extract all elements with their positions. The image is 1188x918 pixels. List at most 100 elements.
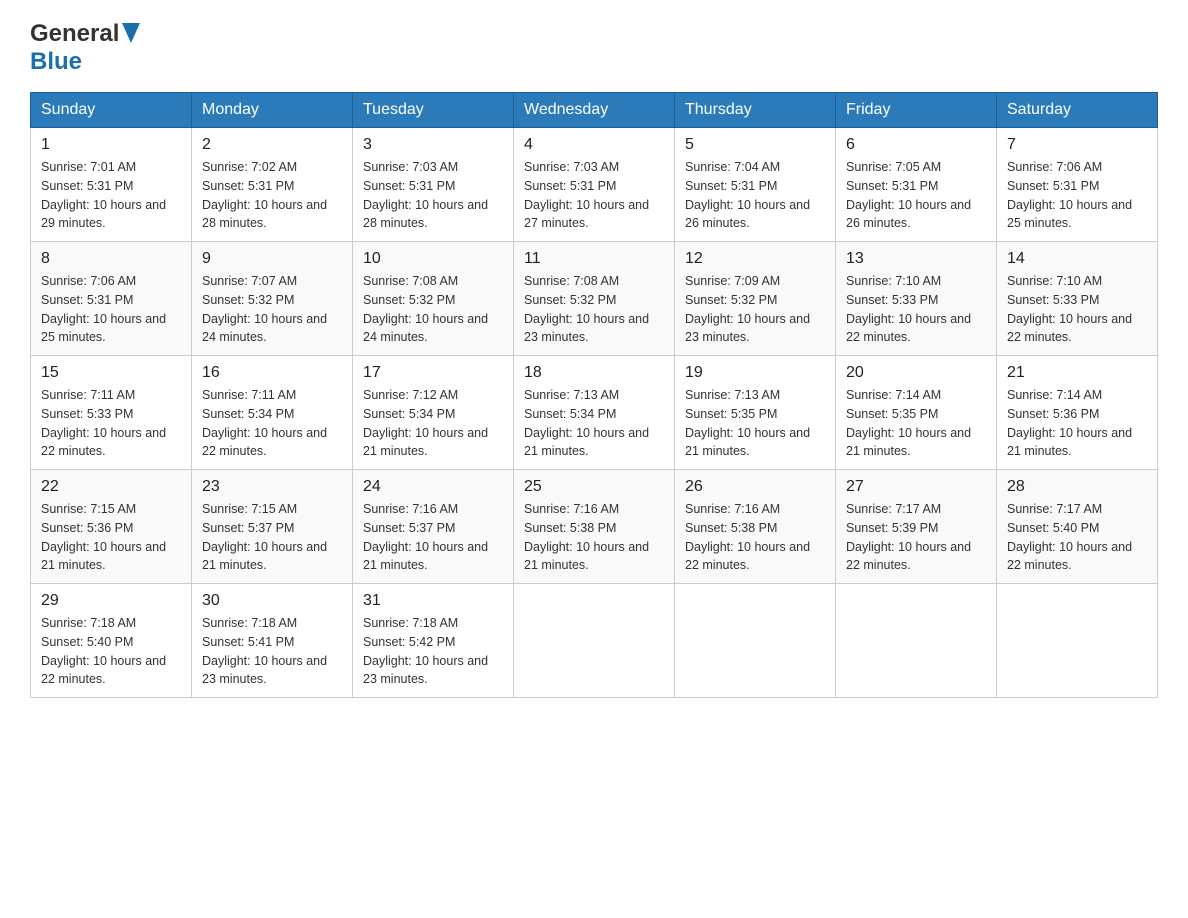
calendar-cell: 11 Sunrise: 7:08 AMSunset: 5:32 PMDaylig… bbox=[514, 242, 675, 356]
day-info: Sunrise: 7:06 AMSunset: 5:31 PMDaylight:… bbox=[41, 274, 166, 344]
page-header: General Blue bbox=[30, 20, 1158, 76]
day-info: Sunrise: 7:16 AMSunset: 5:38 PMDaylight:… bbox=[685, 502, 810, 572]
day-number: 27 bbox=[846, 478, 986, 496]
calendar-cell: 24 Sunrise: 7:16 AMSunset: 5:37 PMDaylig… bbox=[353, 470, 514, 584]
calendar-table: SundayMondayTuesdayWednesdayThursdayFrid… bbox=[30, 92, 1158, 698]
header-day-saturday: Saturday bbox=[997, 93, 1158, 128]
calendar-cell: 26 Sunrise: 7:16 AMSunset: 5:38 PMDaylig… bbox=[675, 470, 836, 584]
calendar-cell: 12 Sunrise: 7:09 AMSunset: 5:32 PMDaylig… bbox=[675, 242, 836, 356]
day-info: Sunrise: 7:08 AMSunset: 5:32 PMDaylight:… bbox=[524, 274, 649, 344]
day-info: Sunrise: 7:15 AMSunset: 5:36 PMDaylight:… bbox=[41, 502, 166, 572]
logo-blue-text: Blue bbox=[30, 48, 82, 75]
logo: General Blue bbox=[30, 20, 140, 76]
day-number: 22 bbox=[41, 478, 181, 496]
day-number: 15 bbox=[41, 364, 181, 382]
week-row-1: 1 Sunrise: 7:01 AMSunset: 5:31 PMDayligh… bbox=[31, 128, 1158, 242]
calendar-cell bbox=[675, 584, 836, 698]
day-info: Sunrise: 7:18 AMSunset: 5:40 PMDaylight:… bbox=[41, 616, 166, 686]
calendar-cell: 7 Sunrise: 7:06 AMSunset: 5:31 PMDayligh… bbox=[997, 128, 1158, 242]
header-day-tuesday: Tuesday bbox=[353, 93, 514, 128]
calendar-body: 1 Sunrise: 7:01 AMSunset: 5:31 PMDayligh… bbox=[31, 128, 1158, 698]
day-number: 21 bbox=[1007, 364, 1147, 382]
calendar-cell: 9 Sunrise: 7:07 AMSunset: 5:32 PMDayligh… bbox=[192, 242, 353, 356]
day-info: Sunrise: 7:07 AMSunset: 5:32 PMDaylight:… bbox=[202, 274, 327, 344]
day-number: 17 bbox=[363, 364, 503, 382]
week-row-4: 22 Sunrise: 7:15 AMSunset: 5:36 PMDaylig… bbox=[31, 470, 1158, 584]
calendar-cell: 4 Sunrise: 7:03 AMSunset: 5:31 PMDayligh… bbox=[514, 128, 675, 242]
day-number: 28 bbox=[1007, 478, 1147, 496]
calendar-cell: 31 Sunrise: 7:18 AMSunset: 5:42 PMDaylig… bbox=[353, 584, 514, 698]
day-info: Sunrise: 7:18 AMSunset: 5:41 PMDaylight:… bbox=[202, 616, 327, 686]
calendar-cell: 10 Sunrise: 7:08 AMSunset: 5:32 PMDaylig… bbox=[353, 242, 514, 356]
day-info: Sunrise: 7:03 AMSunset: 5:31 PMDaylight:… bbox=[363, 160, 488, 230]
calendar-cell: 2 Sunrise: 7:02 AMSunset: 5:31 PMDayligh… bbox=[192, 128, 353, 242]
calendar-cell: 25 Sunrise: 7:16 AMSunset: 5:38 PMDaylig… bbox=[514, 470, 675, 584]
day-number: 14 bbox=[1007, 250, 1147, 268]
calendar-cell: 22 Sunrise: 7:15 AMSunset: 5:36 PMDaylig… bbox=[31, 470, 192, 584]
week-row-2: 8 Sunrise: 7:06 AMSunset: 5:31 PMDayligh… bbox=[31, 242, 1158, 356]
day-info: Sunrise: 7:14 AMSunset: 5:36 PMDaylight:… bbox=[1007, 388, 1132, 458]
day-info: Sunrise: 7:12 AMSunset: 5:34 PMDaylight:… bbox=[363, 388, 488, 458]
calendar-cell: 18 Sunrise: 7:13 AMSunset: 5:34 PMDaylig… bbox=[514, 356, 675, 470]
day-info: Sunrise: 7:18 AMSunset: 5:42 PMDaylight:… bbox=[363, 616, 488, 686]
day-info: Sunrise: 7:15 AMSunset: 5:37 PMDaylight:… bbox=[202, 502, 327, 572]
calendar-cell: 28 Sunrise: 7:17 AMSunset: 5:40 PMDaylig… bbox=[997, 470, 1158, 584]
calendar-cell: 16 Sunrise: 7:11 AMSunset: 5:34 PMDaylig… bbox=[192, 356, 353, 470]
day-info: Sunrise: 7:03 AMSunset: 5:31 PMDaylight:… bbox=[524, 160, 649, 230]
calendar-cell: 17 Sunrise: 7:12 AMSunset: 5:34 PMDaylig… bbox=[353, 356, 514, 470]
day-number: 1 bbox=[41, 136, 181, 154]
calendar-cell: 13 Sunrise: 7:10 AMSunset: 5:33 PMDaylig… bbox=[836, 242, 997, 356]
day-number: 24 bbox=[363, 478, 503, 496]
day-number: 2 bbox=[202, 136, 342, 154]
calendar-cell: 30 Sunrise: 7:18 AMSunset: 5:41 PMDaylig… bbox=[192, 584, 353, 698]
day-number: 29 bbox=[41, 592, 181, 610]
header-day-thursday: Thursday bbox=[675, 93, 836, 128]
calendar-cell: 23 Sunrise: 7:15 AMSunset: 5:37 PMDaylig… bbox=[192, 470, 353, 584]
calendar-cell: 29 Sunrise: 7:18 AMSunset: 5:40 PMDaylig… bbox=[31, 584, 192, 698]
header-day-wednesday: Wednesday bbox=[514, 93, 675, 128]
day-number: 5 bbox=[685, 136, 825, 154]
calendar-header: SundayMondayTuesdayWednesdayThursdayFrid… bbox=[31, 93, 1158, 128]
day-number: 19 bbox=[685, 364, 825, 382]
day-info: Sunrise: 7:11 AMSunset: 5:33 PMDaylight:… bbox=[41, 388, 166, 458]
calendar-cell bbox=[836, 584, 997, 698]
logo-general-text: General bbox=[30, 20, 119, 48]
day-number: 31 bbox=[363, 592, 503, 610]
day-info: Sunrise: 7:16 AMSunset: 5:38 PMDaylight:… bbox=[524, 502, 649, 572]
day-number: 23 bbox=[202, 478, 342, 496]
calendar-cell: 27 Sunrise: 7:17 AMSunset: 5:39 PMDaylig… bbox=[836, 470, 997, 584]
day-number: 9 bbox=[202, 250, 342, 268]
calendar-cell: 15 Sunrise: 7:11 AMSunset: 5:33 PMDaylig… bbox=[31, 356, 192, 470]
day-number: 3 bbox=[363, 136, 503, 154]
day-number: 20 bbox=[846, 364, 986, 382]
day-info: Sunrise: 7:14 AMSunset: 5:35 PMDaylight:… bbox=[846, 388, 971, 458]
calendar-cell bbox=[997, 584, 1158, 698]
day-number: 25 bbox=[524, 478, 664, 496]
day-info: Sunrise: 7:10 AMSunset: 5:33 PMDaylight:… bbox=[1007, 274, 1132, 344]
day-number: 11 bbox=[524, 250, 664, 268]
day-info: Sunrise: 7:13 AMSunset: 5:35 PMDaylight:… bbox=[685, 388, 810, 458]
day-info: Sunrise: 7:06 AMSunset: 5:31 PMDaylight:… bbox=[1007, 160, 1132, 230]
day-info: Sunrise: 7:13 AMSunset: 5:34 PMDaylight:… bbox=[524, 388, 649, 458]
header-row: SundayMondayTuesdayWednesdayThursdayFrid… bbox=[31, 93, 1158, 128]
day-info: Sunrise: 7:01 AMSunset: 5:31 PMDaylight:… bbox=[41, 160, 166, 230]
day-number: 6 bbox=[846, 136, 986, 154]
calendar-cell: 19 Sunrise: 7:13 AMSunset: 5:35 PMDaylig… bbox=[675, 356, 836, 470]
calendar-cell: 20 Sunrise: 7:14 AMSunset: 5:35 PMDaylig… bbox=[836, 356, 997, 470]
day-info: Sunrise: 7:02 AMSunset: 5:31 PMDaylight:… bbox=[202, 160, 327, 230]
calendar-cell: 8 Sunrise: 7:06 AMSunset: 5:31 PMDayligh… bbox=[31, 242, 192, 356]
calendar-cell: 21 Sunrise: 7:14 AMSunset: 5:36 PMDaylig… bbox=[997, 356, 1158, 470]
day-info: Sunrise: 7:11 AMSunset: 5:34 PMDaylight:… bbox=[202, 388, 327, 458]
day-number: 8 bbox=[41, 250, 181, 268]
calendar-cell bbox=[514, 584, 675, 698]
day-number: 13 bbox=[846, 250, 986, 268]
calendar-cell: 1 Sunrise: 7:01 AMSunset: 5:31 PMDayligh… bbox=[31, 128, 192, 242]
calendar-cell: 6 Sunrise: 7:05 AMSunset: 5:31 PMDayligh… bbox=[836, 128, 997, 242]
day-info: Sunrise: 7:17 AMSunset: 5:39 PMDaylight:… bbox=[846, 502, 971, 572]
day-info: Sunrise: 7:04 AMSunset: 5:31 PMDaylight:… bbox=[685, 160, 810, 230]
calendar-cell: 3 Sunrise: 7:03 AMSunset: 5:31 PMDayligh… bbox=[353, 128, 514, 242]
calendar-cell: 14 Sunrise: 7:10 AMSunset: 5:33 PMDaylig… bbox=[997, 242, 1158, 356]
day-number: 30 bbox=[202, 592, 342, 610]
week-row-3: 15 Sunrise: 7:11 AMSunset: 5:33 PMDaylig… bbox=[31, 356, 1158, 470]
header-day-sunday: Sunday bbox=[31, 93, 192, 128]
